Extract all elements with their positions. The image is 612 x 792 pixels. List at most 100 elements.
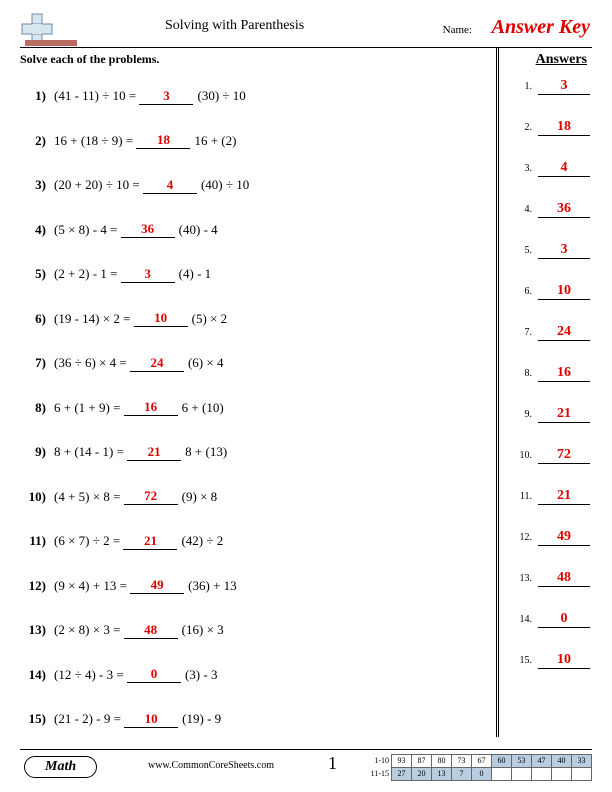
problem-work: 6 + (10) bbox=[182, 400, 224, 416]
score-cell bbox=[532, 768, 552, 781]
score-cell bbox=[492, 768, 512, 781]
problem-row: 12)(9 × 4) + 13 = 49(36) + 13 bbox=[20, 564, 460, 609]
answer-value: 3 bbox=[538, 242, 590, 259]
score-cell: 87 bbox=[412, 755, 432, 768]
answer-blank: 10 bbox=[124, 711, 178, 728]
problem-number: 13) bbox=[20, 622, 54, 638]
answer-value: 3 bbox=[538, 78, 590, 95]
score-cell: 13 bbox=[432, 768, 452, 781]
answer-value: 49 bbox=[538, 529, 590, 546]
answer-number: 12. bbox=[520, 532, 533, 543]
answer-blank: 21 bbox=[127, 444, 181, 461]
name-label: Name: bbox=[443, 24, 472, 36]
problem-row: 15)(21 - 2) - 9 = 10(19) - 9 bbox=[20, 697, 460, 742]
problem-work: (42) ÷ 2 bbox=[181, 533, 223, 549]
answer-row: 15.10 bbox=[510, 652, 590, 693]
problem-work: (40) ÷ 10 bbox=[201, 177, 249, 193]
answer-number: 1. bbox=[525, 81, 533, 92]
problem-row: 9)8 + (14 - 1) = 218 + (13) bbox=[20, 430, 460, 475]
answer-row: 7.24 bbox=[510, 324, 590, 365]
answer-value: 36 bbox=[538, 201, 590, 218]
answer-blank: 48 bbox=[124, 622, 178, 639]
score-cell: 27 bbox=[392, 768, 412, 781]
footer: Math www.CommonCoreSheets.com 1 1-10 93 … bbox=[20, 749, 592, 780]
answer-number: 7. bbox=[525, 327, 533, 338]
problem-work: (36) + 13 bbox=[188, 578, 237, 594]
problem-number: 4) bbox=[20, 222, 54, 238]
problem-work: (4) - 1 bbox=[179, 266, 212, 282]
score-cell bbox=[572, 768, 592, 781]
answer-value: 72 bbox=[538, 447, 590, 464]
score-cell: 20 bbox=[412, 768, 432, 781]
problem-expression: 16 + (18 ÷ 9) = bbox=[54, 133, 133, 149]
problem-row: 5)(2 + 2) - 1 = 3(4) - 1 bbox=[20, 252, 460, 297]
answer-number: 10. bbox=[520, 450, 533, 461]
score-cell bbox=[512, 768, 532, 781]
instructions: Solve each of the problems. bbox=[20, 52, 159, 67]
answer-row: 12.49 bbox=[510, 529, 590, 570]
answer-row: 2.18 bbox=[510, 119, 590, 160]
problem-expression: (20 + 20) ÷ 10 = bbox=[54, 177, 140, 193]
problem-expression: (41 - 11) ÷ 10 = bbox=[54, 88, 136, 104]
column-divider bbox=[496, 48, 497, 737]
answer-row: 8.16 bbox=[510, 365, 590, 406]
problem-number: 5) bbox=[20, 266, 54, 282]
problem-number: 14) bbox=[20, 667, 54, 683]
answer-blank: 72 bbox=[124, 488, 178, 505]
score-cell: 53 bbox=[512, 755, 532, 768]
worksheet-page: Solving with Parenthesis Name: Answer Ke… bbox=[0, 0, 612, 792]
score-cell: 47 bbox=[532, 755, 552, 768]
answer-row: 14.0 bbox=[510, 611, 590, 652]
problem-number: 6) bbox=[20, 311, 54, 327]
page-number: 1 bbox=[328, 753, 337, 774]
problem-work: (30) ÷ 10 bbox=[197, 88, 245, 104]
problem-work: 8 + (13) bbox=[185, 444, 227, 460]
problem-work: (5) × 2 bbox=[192, 311, 228, 327]
problem-expression: (19 - 14) × 2 = bbox=[54, 311, 130, 327]
answer-blank: 21 bbox=[123, 533, 177, 550]
answer-number: 6. bbox=[525, 286, 533, 297]
problem-row: 2)16 + (18 ÷ 9) = 1816 + (2) bbox=[20, 119, 460, 164]
answer-number: 3. bbox=[525, 163, 533, 174]
problem-expression: (5 × 8) - 4 = bbox=[54, 222, 117, 238]
column-divider bbox=[498, 48, 499, 737]
score-cell: 73 bbox=[452, 755, 472, 768]
answer-blank: 24 bbox=[130, 355, 184, 372]
score-cell: 67 bbox=[472, 755, 492, 768]
answer-blank: 16 bbox=[124, 399, 178, 416]
answer-blank: 3 bbox=[139, 88, 193, 105]
answer-value: 10 bbox=[538, 652, 590, 669]
answer-number: 8. bbox=[525, 368, 533, 379]
score-cell bbox=[552, 768, 572, 781]
answer-value: 0 bbox=[538, 611, 590, 628]
problem-row: 8)6 + (1 + 9) = 166 + (10) bbox=[20, 386, 460, 431]
answer-number: 11. bbox=[520, 491, 532, 502]
answer-row: 10.72 bbox=[510, 447, 590, 488]
answer-row: 11.21 bbox=[510, 488, 590, 529]
problem-number: 11) bbox=[20, 533, 54, 549]
problem-number: 10) bbox=[20, 489, 54, 505]
problem-expression: (9 × 4) + 13 = bbox=[54, 578, 127, 594]
answer-number: 15. bbox=[520, 655, 533, 666]
problem-expression: (4 + 5) × 8 = bbox=[54, 489, 120, 505]
answer-blank: 4 bbox=[143, 177, 197, 194]
score-row-label: 1-10 bbox=[364, 755, 392, 768]
problem-row: 1)(41 - 11) ÷ 10 = 3(30) ÷ 10 bbox=[20, 74, 460, 119]
problem-expression: (2 × 8) × 3 = bbox=[54, 622, 120, 638]
answer-value: 21 bbox=[538, 488, 590, 505]
problem-row: 14)(12 ÷ 4) - 3 = 0(3) - 3 bbox=[20, 653, 460, 698]
answer-row: 4.36 bbox=[510, 201, 590, 242]
answer-key-label: Answer Key bbox=[492, 16, 590, 39]
problem-row: 6)(19 - 14) × 2 = 10(5) × 2 bbox=[20, 297, 460, 342]
answer-value: 16 bbox=[538, 365, 590, 382]
problem-work: (16) × 3 bbox=[182, 622, 224, 638]
worksheet-title: Solving with Parenthesis bbox=[165, 18, 304, 34]
logo-bar-icon bbox=[25, 40, 77, 46]
problem-expression: (36 ÷ 6) × 4 = bbox=[54, 355, 127, 371]
problem-row: 10)(4 + 5) × 8 = 72(9) × 8 bbox=[20, 475, 460, 520]
problem-number: 12) bbox=[20, 578, 54, 594]
answer-blank: 49 bbox=[130, 577, 184, 594]
answer-number: 4. bbox=[525, 204, 533, 215]
problem-row: 3)(20 + 20) ÷ 10 = 4(40) ÷ 10 bbox=[20, 163, 460, 208]
problem-number: 15) bbox=[20, 711, 54, 727]
